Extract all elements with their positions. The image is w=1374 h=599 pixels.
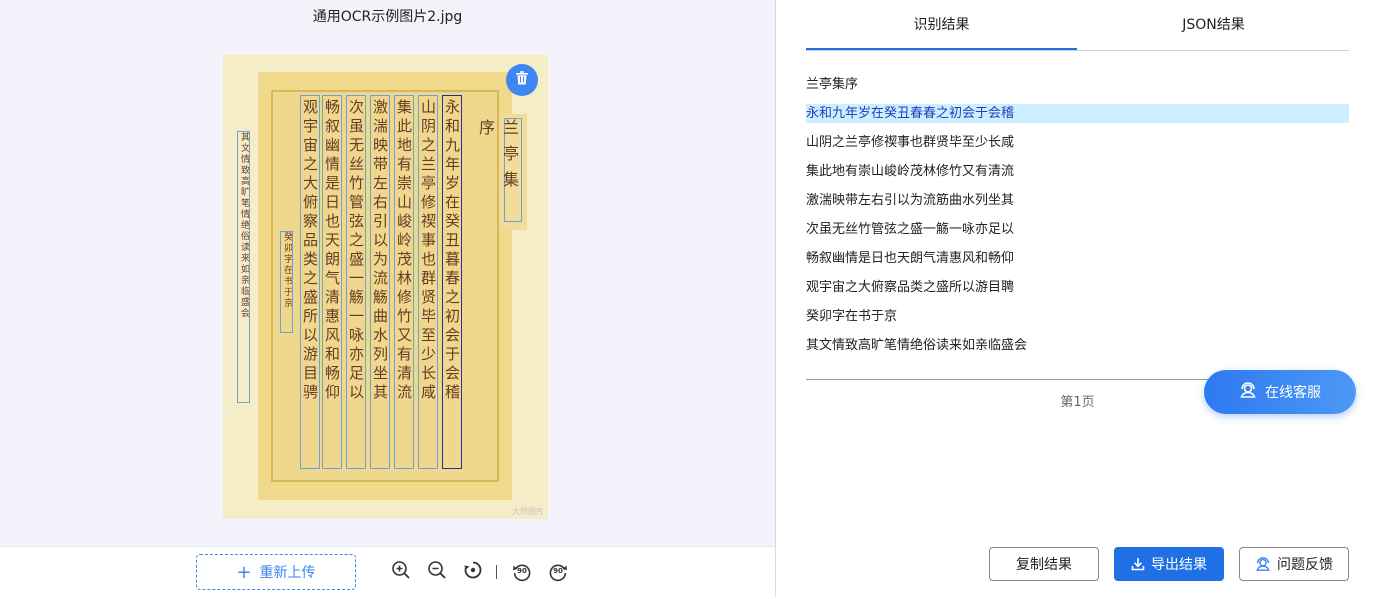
rotate-right-label: 90: [553, 567, 563, 575]
zoom-in-icon: [391, 560, 411, 584]
ocr-box-title[interactable]: 兰亭集序: [476, 118, 522, 222]
reupload-label: 重新上传: [259, 565, 316, 581]
download-icon: [1131, 557, 1145, 571]
result-line[interactable]: 兰亭集序: [806, 75, 1349, 94]
ocr-box-col-1[interactable]: 永和九年岁在癸丑暮春之初会于会稽: [442, 95, 462, 469]
ocr-box-col-7[interactable]: 观宇宙之大俯察品类之盛所以游目骋: [300, 95, 320, 469]
result-line[interactable]: 集此地有崇山峻岭茂林修竹又有清流: [806, 162, 1349, 181]
copy-result-button[interactable]: 复制结果: [989, 547, 1099, 581]
result-tabs: 识别结果 JSON结果: [806, 0, 1349, 51]
ocr-box-col-2[interactable]: 山阴之兰亭修禊事也群贤毕至少长咸: [418, 95, 438, 469]
result-line[interactable]: 山阴之兰亭修禊事也群贤毕至少长咸: [806, 133, 1349, 152]
title-label-strip: 兰亭集序: [476, 114, 527, 230]
toolbar-divider: [496, 565, 497, 579]
copy-result-label: 复制结果: [1016, 557, 1072, 573]
export-result-button[interactable]: 导出结果: [1114, 547, 1224, 581]
plus-icon: +: [236, 561, 252, 583]
delete-image-button[interactable]: [506, 64, 538, 96]
tab-json-result[interactable]: JSON结果: [1078, 0, 1349, 48]
image-preview: 永和九年岁在癸丑暮春之初会于会稽 山阴之兰亭修禊事也群贤毕至少长咸 集此地有崇山…: [223, 55, 548, 519]
export-result-label: 导出结果: [1151, 557, 1207, 573]
result-line[interactable]: 激湍映带左右引以为流筋曲水列坐其: [806, 191, 1349, 210]
ocr-box-col-3[interactable]: 集此地有崇山峻岭茂林修竹又有清流: [394, 95, 414, 469]
reupload-button[interactable]: + 重新上传: [196, 554, 356, 590]
result-panel: 识别结果 JSON结果 兰亭集序 永和九年岁在癸丑春春之初会于会稽 山阴之兰亭修…: [776, 0, 1374, 599]
rotate-left-button[interactable]: 90: [511, 561, 533, 583]
zoom-out-button[interactable]: [426, 561, 448, 583]
ocr-box-sign[interactable]: 癸卯字在书于京: [280, 231, 293, 333]
result-line-selected[interactable]: 永和九年岁在癸丑春春之初会于会稽: [806, 104, 1349, 123]
trash-icon: [514, 70, 530, 90]
headset-icon: [1255, 556, 1271, 572]
result-list: 兰亭集序 永和九年岁在癸丑春春之初会于会稽 山阴之兰亭修禊事也群贤毕至少长咸 集…: [806, 75, 1349, 365]
ocr-box-col-6[interactable]: 畅叙幽情是日也天朗气清惠风和畅仰: [322, 95, 342, 469]
rotate-right-button[interactable]: 90: [547, 561, 569, 583]
feedback-button[interactable]: 问题反馈: [1239, 547, 1349, 581]
result-line[interactable]: 癸卯字在书于京: [806, 307, 1349, 326]
ocr-box-col-4[interactable]: 激湍映带左右引以为流觞曲水列坐其: [370, 95, 390, 469]
zoom-in-button[interactable]: [390, 561, 412, 583]
result-line[interactable]: 其文情致高旷笔情绝俗读来如亲临盛会: [806, 336, 1349, 355]
result-line[interactable]: 次虽无丝竹管弦之盛一觞一咏亦足以: [806, 220, 1349, 239]
ocr-box-col-5[interactable]: 次虽无丝竹管弦之盛一觞一咏亦足以: [346, 95, 366, 469]
feedback-label: 问题反馈: [1277, 557, 1333, 573]
rotate-reset-icon: [463, 560, 483, 584]
result-line[interactable]: 观宇宙之大俯察品类之盛所以游目聘: [806, 278, 1349, 297]
ocr-box-note[interactable]: 其文情致高旷笔情绝俗读来如亲临盛会: [237, 131, 250, 403]
zoom-out-icon: [427, 560, 447, 584]
reset-rotation-button[interactable]: [462, 561, 484, 583]
watermark: 大师图片: [512, 507, 544, 516]
rotate-right-90-icon: 90: [548, 562, 568, 582]
online-service-button[interactable]: 在线客服: [1204, 370, 1356, 414]
rotate-left-label: 90: [517, 567, 527, 575]
image-toolbar: + 重新上传 90 90: [0, 546, 775, 598]
rotate-left-90-icon: 90: [512, 562, 532, 582]
headset-icon: [1239, 381, 1257, 403]
tab-recognition-result[interactable]: 识别结果: [806, 0, 1077, 50]
result-line[interactable]: 畅叙幽情是日也天朗气清惠风和畅仰: [806, 249, 1349, 268]
file-name: 通用OCR示例图片2.jpg: [312, 9, 463, 25]
image-panel: 通用OCR示例图片2.jpg 永和九年岁在癸丑暮春之初会于会稽 山阴之兰亭修禊事…: [0, 0, 776, 598]
online-service-label: 在线客服: [1265, 385, 1321, 401]
